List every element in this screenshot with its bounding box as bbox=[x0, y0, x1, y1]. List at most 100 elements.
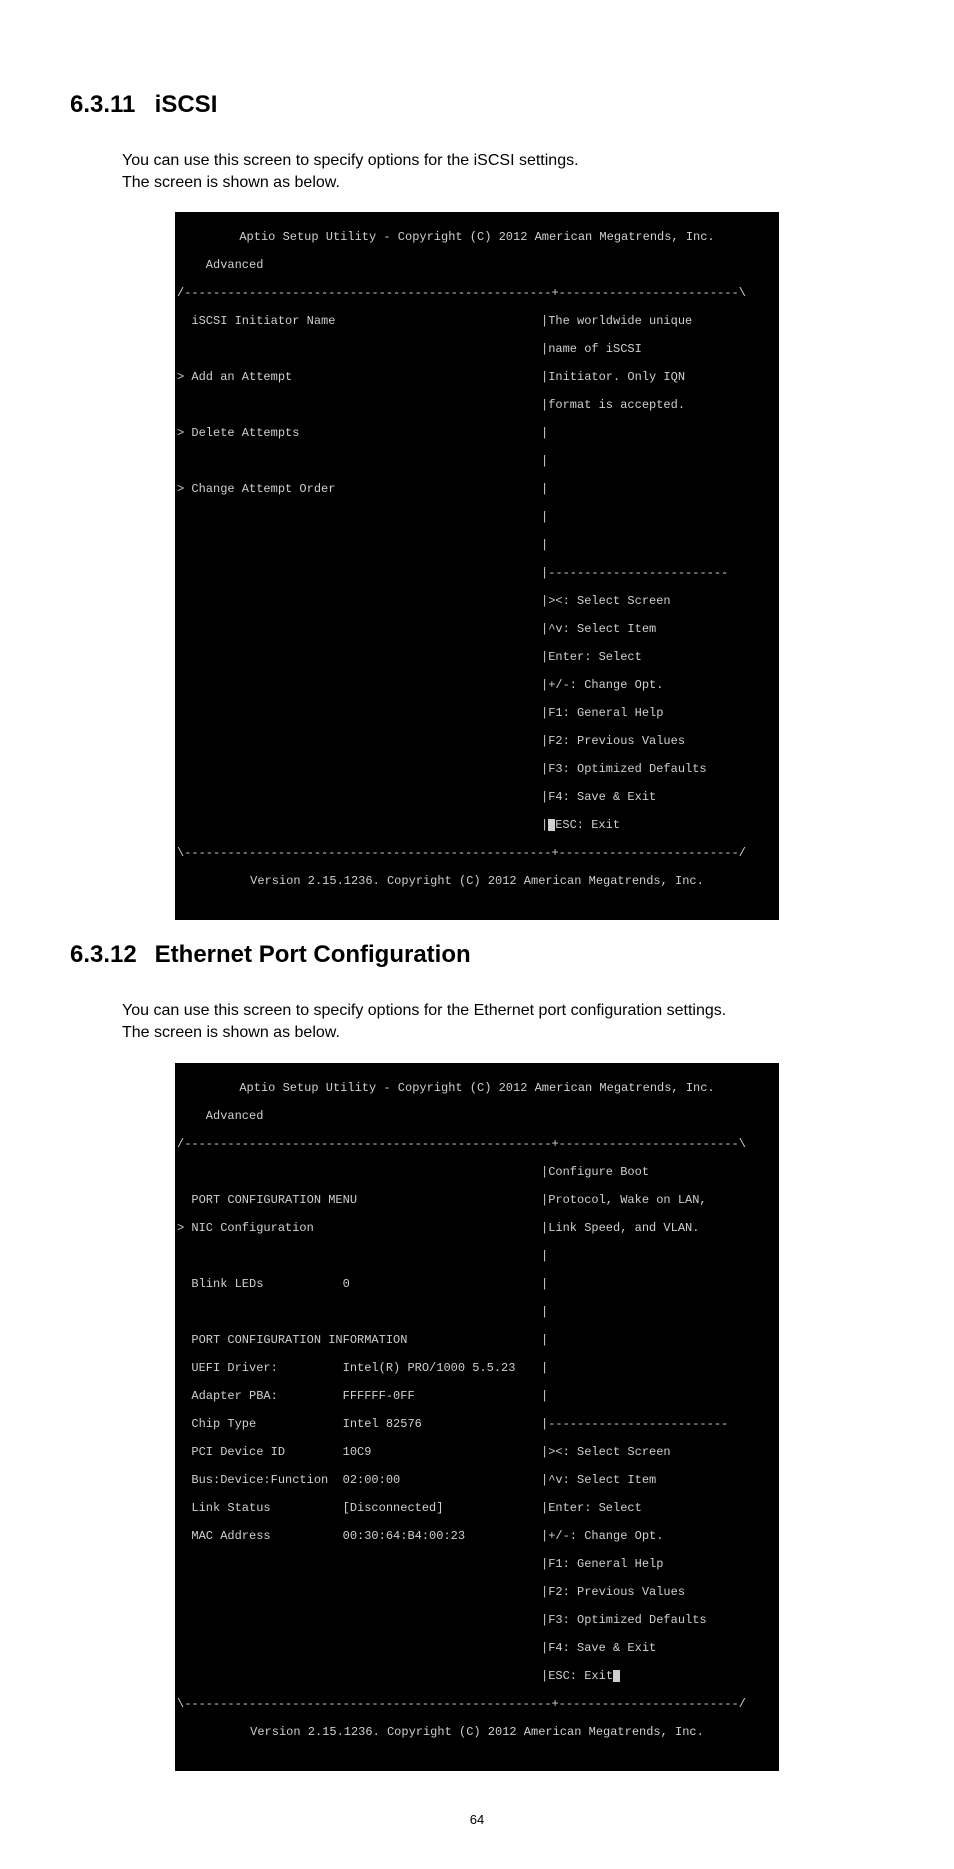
bios-help: |F4: Save & Exit bbox=[541, 1641, 777, 1655]
esc-text: ESC: Exit bbox=[548, 1669, 613, 1683]
bios-left bbox=[177, 398, 541, 412]
bios-left bbox=[177, 790, 541, 804]
bios-left bbox=[177, 706, 541, 720]
bios-help: | bbox=[541, 538, 777, 552]
bios-help: |F2: Previous Values bbox=[541, 734, 777, 748]
section-title: Ethernet Port Configuration bbox=[155, 941, 471, 968]
bios-help: |ESC: Exit bbox=[541, 818, 777, 832]
bios-help: | bbox=[541, 1361, 777, 1375]
bios-help: |^v: Select Item bbox=[541, 1473, 777, 1487]
bios-left bbox=[177, 650, 541, 664]
bios-divider: \---------------------------------------… bbox=[177, 1697, 777, 1711]
esc-text: ESC: Exit bbox=[555, 818, 620, 832]
bios-help: |><: Select Screen bbox=[541, 1445, 777, 1459]
para: The screen is shown as below. bbox=[122, 1024, 340, 1041]
bios-left: Chip Type Intel 82576 bbox=[177, 1417, 541, 1431]
bios-left bbox=[177, 818, 541, 832]
bios-tab: Advanced bbox=[177, 1109, 777, 1123]
bios-help: | bbox=[541, 454, 777, 468]
section-title: iSCSI bbox=[155, 91, 218, 118]
bios-help: |+/-: Change Opt. bbox=[541, 1529, 777, 1543]
bios-screenshot-iscsi: Aptio Setup Utility - Copyright (C) 2012… bbox=[175, 212, 779, 920]
section-body: You can use this screen to specify optio… bbox=[122, 1000, 884, 1045]
bios-left: Blink LEDs 0 bbox=[177, 1277, 541, 1291]
bios-left bbox=[177, 1305, 541, 1319]
bios-help: |------------------------- bbox=[541, 1417, 777, 1431]
bios-help: | bbox=[541, 510, 777, 524]
bios-help: |------------------------- bbox=[541, 566, 777, 580]
bios-help: |F3: Optimized Defaults bbox=[541, 1613, 777, 1627]
bios-help: | bbox=[541, 426, 777, 440]
bios-left: PORT CONFIGURATION MENU bbox=[177, 1193, 541, 1207]
bios-left: MAC Address 00:30:64:B4:00:23 bbox=[177, 1529, 541, 1543]
bios-left bbox=[177, 454, 541, 468]
para: You can use this screen to specify optio… bbox=[122, 152, 579, 169]
section-number: 6.3.11 bbox=[70, 88, 148, 122]
section-body: You can use this screen to specify optio… bbox=[122, 150, 884, 195]
bios-left: Bus:Device:Function 02:00:00 bbox=[177, 1473, 541, 1487]
bios-help: | bbox=[541, 482, 777, 496]
bios-help: |F1: General Help bbox=[541, 1557, 777, 1571]
bios-help: |F1: General Help bbox=[541, 706, 777, 720]
bios-left bbox=[177, 538, 541, 552]
bios-help: | bbox=[541, 1389, 777, 1403]
section-number: 6.3.12 bbox=[70, 938, 148, 972]
bios-left bbox=[177, 1669, 541, 1683]
bios-help: |Initiator. Only IQN bbox=[541, 370, 777, 384]
bios-help: |F3: Optimized Defaults bbox=[541, 762, 777, 776]
bios-help: |F2: Previous Values bbox=[541, 1585, 777, 1599]
bios-help: | bbox=[541, 1305, 777, 1319]
page-number: 64 bbox=[70, 1811, 884, 1829]
bios-screenshot-ethernet: Aptio Setup Utility - Copyright (C) 2012… bbox=[175, 1063, 779, 1771]
bios-help: |Enter: Select bbox=[541, 650, 777, 664]
section-heading-ethernet: 6.3.12 Ethernet Port Configuration bbox=[70, 938, 884, 972]
bios-left bbox=[177, 1165, 541, 1179]
bios-divider: /---------------------------------------… bbox=[177, 286, 777, 300]
bios-help: |><: Select Screen bbox=[541, 594, 777, 608]
bios-left: Adapter PBA: FFFFFF-0FF bbox=[177, 1389, 541, 1403]
bios-left: PCI Device ID 10C9 bbox=[177, 1445, 541, 1459]
bios-left bbox=[177, 1641, 541, 1655]
bios-left: > NIC Configuration bbox=[177, 1221, 541, 1235]
bios-divider: \---------------------------------------… bbox=[177, 846, 777, 860]
bios-left bbox=[177, 1585, 541, 1599]
bios-left bbox=[177, 342, 541, 356]
bios-left bbox=[177, 1557, 541, 1571]
bios-help: |Protocol, Wake on LAN, bbox=[541, 1193, 777, 1207]
para: The screen is shown as below. bbox=[122, 174, 340, 191]
bios-help: |Link Speed, and VLAN. bbox=[541, 1221, 777, 1235]
bios-help: |Enter: Select bbox=[541, 1501, 777, 1515]
bios-left bbox=[177, 622, 541, 636]
bios-footer: Version 2.15.1236. Copyright (C) 2012 Am… bbox=[177, 874, 777, 888]
bios-header: Aptio Setup Utility - Copyright (C) 2012… bbox=[177, 1081, 777, 1095]
bios-tab: Advanced bbox=[177, 258, 777, 272]
bios-left bbox=[177, 510, 541, 524]
bios-left: > Add an Attempt bbox=[177, 370, 541, 384]
bios-left bbox=[177, 678, 541, 692]
bios-left: Link Status [Disconnected] bbox=[177, 1501, 541, 1515]
bios-left bbox=[177, 762, 541, 776]
bios-help: | bbox=[541, 1249, 777, 1263]
bios-left: UEFI Driver: Intel(R) PRO/1000 5.5.23 bbox=[177, 1361, 541, 1375]
bios-help: | bbox=[541, 1277, 777, 1291]
page: 6.3.11 iSCSI You can use this screen to … bbox=[0, 0, 954, 1869]
bios-divider: /---------------------------------------… bbox=[177, 1137, 777, 1151]
bios-left bbox=[177, 566, 541, 580]
bios-left: iSCSI Initiator Name bbox=[177, 314, 541, 328]
bios-left bbox=[177, 1249, 541, 1263]
bios-help: |Configure Boot bbox=[541, 1165, 777, 1179]
bios-help: |ESC: Exit bbox=[541, 1669, 777, 1683]
bios-help: |F4: Save & Exit bbox=[541, 790, 777, 804]
bios-help: |The worldwide unique bbox=[541, 314, 777, 328]
bios-footer: Version 2.15.1236. Copyright (C) 2012 Am… bbox=[177, 1725, 777, 1739]
bios-help: |name of iSCSI bbox=[541, 342, 777, 356]
bios-left: > Change Attempt Order bbox=[177, 482, 541, 496]
bios-left bbox=[177, 1613, 541, 1627]
bios-help: |+/-: Change Opt. bbox=[541, 678, 777, 692]
bios-left bbox=[177, 594, 541, 608]
bios-help: |format is accepted. bbox=[541, 398, 777, 412]
cursor-icon bbox=[613, 1670, 620, 1682]
section-heading-iscsi: 6.3.11 iSCSI bbox=[70, 88, 884, 122]
bios-left bbox=[177, 734, 541, 748]
bios-left: PORT CONFIGURATION INFORMATION bbox=[177, 1333, 541, 1347]
